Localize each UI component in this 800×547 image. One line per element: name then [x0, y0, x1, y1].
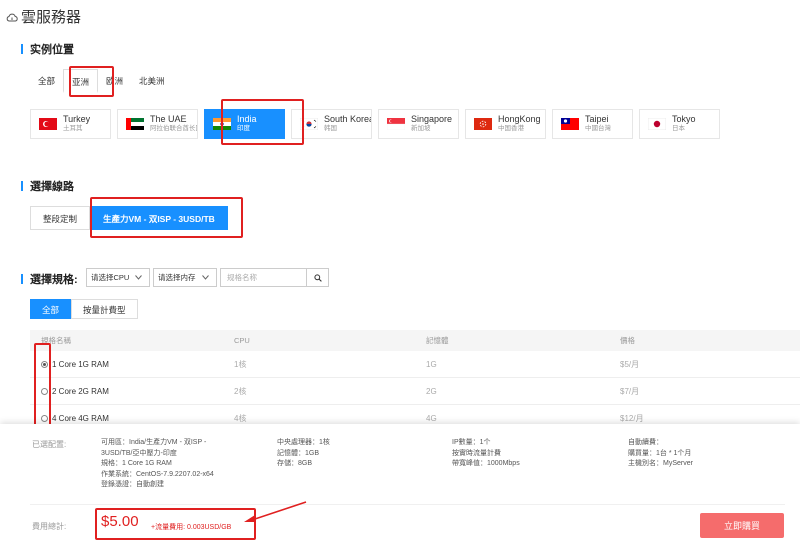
row-radio[interactable]: [41, 387, 48, 395]
tab-europe[interactable]: 欧洲: [98, 69, 131, 93]
spec-name: 4 Core 4G RAM: [52, 413, 109, 423]
memory-select[interactable]: 请选择内存: [153, 268, 217, 287]
spec-cpu: 2核: [234, 386, 247, 396]
singapore-flag-icon: [387, 118, 405, 130]
page-header: 雲服務器: [6, 6, 81, 27]
spec-cpu: 4核: [234, 413, 247, 423]
uae-flag-icon: [126, 118, 144, 130]
chevron-down-icon: [201, 275, 209, 280]
total-price: $5.00: [101, 513, 139, 530]
region-tabs: 全部 亚洲 欧洲 北美洲: [30, 69, 173, 93]
region-card-singapore[interactable]: Singapore 新加坡: [378, 109, 459, 139]
order-summary-bar: 已選配置: 可用區：India/生產力VM - 双ISP - 3USD/TB/亞…: [0, 424, 800, 547]
spec-price: $5/月: [620, 359, 640, 369]
spec-filters: 请选择CPU 请选择内存 规格名称: [86, 268, 329, 287]
hongkong-flag-icon: [474, 118, 492, 130]
spec-price: $7/月: [620, 386, 640, 396]
traffic-fee: +流量費用: 0.003USD/GB: [151, 524, 232, 531]
south-korea-flag-icon: [300, 118, 318, 130]
region-card-india[interactable]: India 印度: [204, 109, 285, 139]
tab-asia[interactable]: 亚洲: [63, 69, 99, 93]
line-tab-custom[interactable]: 整段定制: [30, 206, 91, 230]
tab-north-america[interactable]: 北美洲: [131, 69, 173, 93]
spec-search-input[interactable]: 规格名称: [220, 268, 307, 287]
taipei-flag-icon: [561, 118, 579, 130]
red-arrow-icon: [244, 501, 307, 522]
chevron-down-icon: [135, 275, 143, 280]
search-icon: [313, 273, 322, 282]
config-column-2: 中央處理器：1核 記憶體：1GB 存儲：8GB: [277, 439, 330, 467]
page-title: 雲服務器: [21, 9, 82, 26]
section-line-title: 選擇線路: [21, 178, 74, 194]
region-card-tokyo[interactable]: Tokyo 日本: [639, 109, 720, 139]
table-row[interactable]: 2 Core 2G RAM 2核 2G $7/月: [30, 378, 800, 405]
spec-search: 规格名称: [220, 268, 329, 287]
spec-memory: 4G: [426, 413, 437, 423]
fee-total-label: 費用總計:: [32, 522, 67, 531]
spec-name: 1 Core 1G RAM: [52, 359, 109, 369]
spec-name: 2 Core 2G RAM: [52, 386, 109, 396]
col-header-name: 規格名稱: [41, 336, 71, 345]
turkey-flag-icon: [39, 118, 57, 130]
tab-pay-as-you-go[interactable]: 按量計費型: [71, 299, 138, 319]
divider: [30, 504, 785, 505]
col-header-memory: 記憶體: [426, 336, 449, 345]
section-location-title: 实例位置: [21, 41, 74, 57]
spec-cpu: 1核: [234, 359, 247, 369]
region-card-uae[interactable]: The UAE 阿拉伯联合酋长国: [117, 109, 198, 139]
config-column-3: IP數量：1个 按實時流量計費 帶寬峰值：1000Mbps: [452, 439, 520, 467]
table-header: 規格名稱 CPU 記憶體 價格: [30, 330, 800, 351]
region-card-south-korea[interactable]: South Korea 韩国: [291, 109, 372, 139]
line-tabs: 整段定制 生產力VM - 双ISP - 3USD/TB: [30, 206, 228, 230]
tab-all[interactable]: 全部: [30, 69, 63, 93]
spec-memory: 1G: [426, 359, 437, 369]
region-card-hongkong[interactable]: HongKong 中国香港: [465, 109, 546, 139]
table-row[interactable]: 1 Core 1G RAM 1核 1G $5/月: [30, 351, 800, 378]
cloud-server-icon: [6, 13, 18, 21]
region-cards: Turkey 土耳其 The UAE 阿拉伯联合酋长国 India 印度 South …: [30, 109, 720, 139]
col-header-cpu: CPU: [234, 336, 250, 345]
region-card-turkey[interactable]: Turkey 土耳其: [30, 109, 111, 139]
row-radio[interactable]: [41, 360, 48, 368]
section-spec-title: 選擇規格:: [21, 271, 78, 287]
india-flag-icon: [213, 118, 231, 130]
search-button[interactable]: [307, 268, 329, 287]
buy-now-button[interactable]: 立即購買: [700, 513, 784, 538]
spec-table: 規格名稱 CPU 記憶體 價格 1 Core 1G RAM 1核 1G $5/月…: [30, 330, 800, 432]
tab-all-types[interactable]: 全部: [30, 299, 72, 319]
region-card-taipei[interactable]: Taipei 中國台灣: [552, 109, 633, 139]
config-column-4: 自動續費： 購買量：1台 * 1个月 主機別名：MyServer: [628, 439, 693, 467]
spec-price: $12/月: [620, 413, 644, 423]
billing-type-tabs: 全部 按量計費型: [30, 299, 138, 319]
col-header-price: 價格: [620, 336, 635, 345]
spec-memory: 2G: [426, 386, 437, 396]
config-column-1: 可用區：India/生產力VM - 双ISP - 3USD/TB/亞中壓力-印度…: [101, 439, 214, 488]
japan-flag-icon: [648, 118, 666, 130]
selected-config-label: 已選配置:: [32, 440, 67, 449]
row-radio[interactable]: [41, 414, 48, 422]
cpu-select[interactable]: 请选择CPU: [86, 268, 150, 287]
line-tab-productivity-vm[interactable]: 生產力VM - 双ISP - 3USD/TB: [90, 206, 228, 230]
